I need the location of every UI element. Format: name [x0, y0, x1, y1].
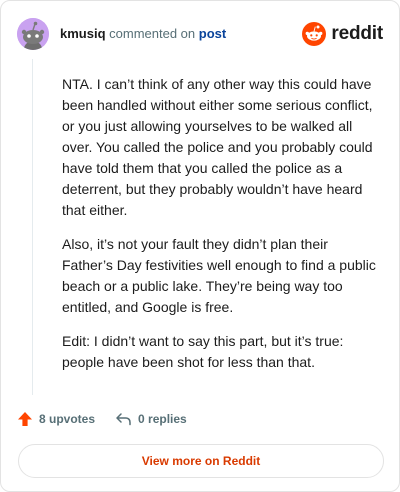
upvote-arrow-icon — [18, 412, 32, 426]
thread-line — [32, 59, 33, 395]
reply-count: 0 replies — [138, 412, 187, 426]
comment-paragraph: NTA. I can’t think of any other way this… — [62, 76, 373, 218]
reply-arrow-icon — [116, 413, 131, 426]
reply-button[interactable]: 0 replies — [115, 411, 187, 427]
username[interactable]: kmusiq — [60, 26, 106, 41]
comment-actions: 8 upvotes 0 replies — [17, 407, 187, 431]
post-link[interactable]: post — [199, 26, 226, 41]
snoo-avatar-icon — [17, 18, 49, 50]
upvote-button[interactable]: 8 upvotes — [17, 411, 95, 427]
byline: kmusiq commented on post — [60, 26, 226, 42]
reddit-logo-icon — [302, 22, 327, 46]
comment-body: NTA. I can’t think of any other way this… — [62, 74, 382, 386]
comment-paragraph: Also, it’s not your fault they didn’t pl… — [62, 236, 376, 315]
comment-paragraph: Edit: I didn’t want to say this part, bu… — [62, 333, 344, 370]
action-text: commented on — [109, 26, 196, 41]
upvote-count: 8 upvotes — [39, 412, 96, 426]
embedded-comment-card: kmusiq commented on post reddit NTA. I c… — [0, 0, 400, 492]
comment-header: kmusiq commented on post reddit — [17, 17, 383, 51]
avatar[interactable] — [17, 18, 49, 50]
view-more-button[interactable]: View more on Reddit — [18, 444, 384, 478]
brand-wordmark: reddit — [331, 23, 383, 44]
reddit-logo[interactable]: reddit — [302, 20, 383, 48]
